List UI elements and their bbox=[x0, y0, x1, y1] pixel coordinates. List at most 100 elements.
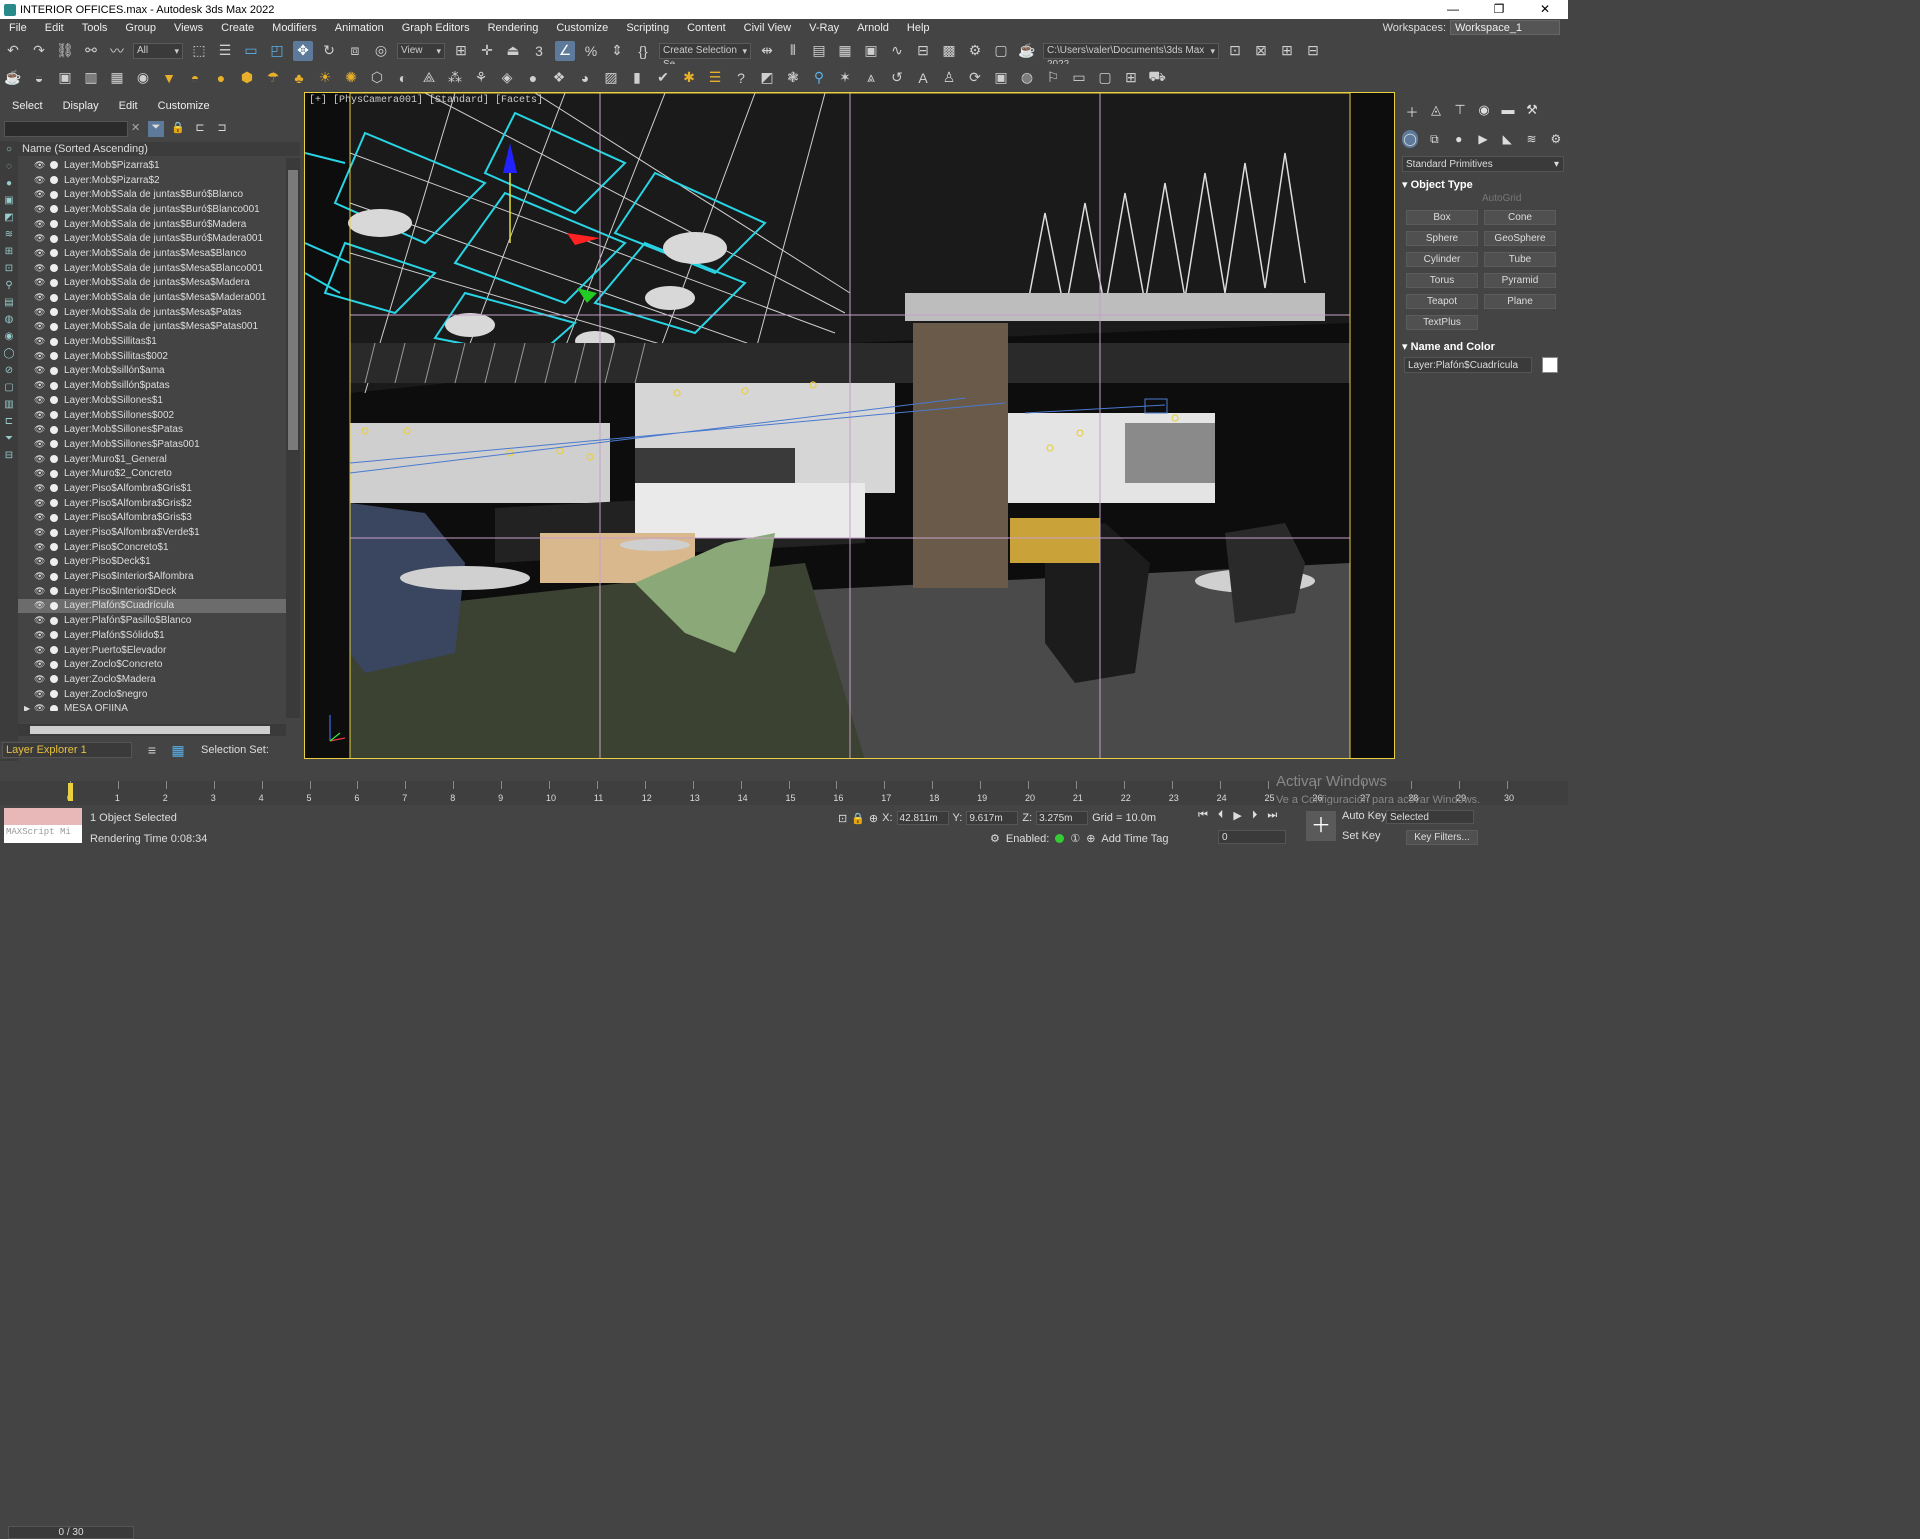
layer-row[interactable]: 👁 Layer:Mob$Sillones$Patas bbox=[18, 422, 286, 437]
hierarchy-tab-icon[interactable]: ⊤ bbox=[1452, 102, 1468, 118]
arnold-refresh-icon[interactable]: ⟳ bbox=[965, 68, 985, 88]
render-toggle-icon[interactable] bbox=[50, 425, 58, 434]
layer-row[interactable]: 👁 Layer:Zoclo$Madera bbox=[18, 672, 286, 687]
visibility-eye-icon[interactable]: 👁 bbox=[34, 600, 46, 611]
render-toggle-icon[interactable] bbox=[50, 308, 58, 317]
menu-civil-view[interactable]: Civil View bbox=[735, 19, 800, 37]
primitive-type-dropdown[interactable]: Standard Primitives bbox=[1402, 156, 1564, 172]
scroll-thumb[interactable] bbox=[288, 170, 298, 450]
expand-arrow-icon[interactable]: ▶ bbox=[24, 704, 30, 711]
visibility-eye-icon[interactable]: 👁 bbox=[34, 204, 46, 215]
visibility-eye-icon[interactable]: 👁 bbox=[34, 615, 46, 626]
current-frame-field[interactable]: 0 bbox=[1218, 830, 1286, 844]
menu-vray[interactable]: V-Ray bbox=[800, 19, 848, 37]
render-toggle-icon[interactable] bbox=[50, 205, 58, 214]
arnold-box-icon[interactable]: ▣ bbox=[991, 68, 1011, 88]
render-toggle-icon[interactable] bbox=[50, 469, 58, 478]
visibility-eye-icon[interactable]: 👁 bbox=[34, 674, 46, 685]
tube-button[interactable]: Tube bbox=[1484, 252, 1556, 267]
render-toggle-icon[interactable] bbox=[50, 293, 58, 302]
layer-row[interactable]: 👁 Layer:Muro$1_General bbox=[18, 452, 286, 467]
sphere-render-icon[interactable]: ● bbox=[523, 68, 543, 88]
visibility-eye-icon[interactable]: 👁 bbox=[34, 160, 46, 171]
render-toggle-icon[interactable] bbox=[50, 234, 58, 243]
visibility-eye-icon[interactable]: 👁 bbox=[34, 645, 46, 656]
visibility-eye-icon[interactable]: 👁 bbox=[34, 527, 46, 538]
arnold-tree-icon[interactable]: ⩓ bbox=[861, 68, 881, 88]
set-key-button[interactable]: Set Key bbox=[1342, 830, 1381, 842]
manipulate-icon[interactable]: ✛ bbox=[477, 41, 497, 61]
arnold-bulb-icon[interactable]: ⚐ bbox=[1043, 68, 1063, 88]
select-scale-icon[interactable]: ⧈ bbox=[345, 41, 365, 61]
visibility-eye-icon[interactable]: 👁 bbox=[34, 689, 46, 700]
display-hierarchy-icon[interactable]: ⊏ bbox=[2, 416, 16, 430]
render-toggle-icon[interactable] bbox=[50, 543, 58, 552]
scene-explorer-search-input[interactable] bbox=[4, 121, 128, 137]
previous-frame-icon[interactable]: ⏴ bbox=[1218, 809, 1224, 822]
menu-edit[interactable]: Edit bbox=[36, 19, 73, 37]
maximize-button[interactable]: ❐ bbox=[1476, 0, 1522, 19]
render-toggle-icon[interactable] bbox=[50, 528, 58, 537]
visibility-eye-icon[interactable]: 👁 bbox=[34, 395, 46, 406]
y-coordinate-field[interactable]: 9.617m bbox=[966, 811, 1019, 825]
isolate-selection-icon[interactable]: ⊡ bbox=[838, 812, 847, 825]
layer-row[interactable]: 👁 Layer:Piso$Deck$1 bbox=[18, 555, 286, 570]
layer-row[interactable]: 👁 Layer:Mob$sillón$ama bbox=[18, 364, 286, 379]
visibility-eye-icon[interactable]: 👁 bbox=[34, 630, 46, 641]
go-to-start-icon[interactable]: ⏮ bbox=[1198, 809, 1208, 822]
visibility-eye-icon[interactable]: 👁 bbox=[34, 483, 46, 494]
render-toggle-icon[interactable] bbox=[50, 557, 58, 566]
arnold-sphere-icon[interactable]: ◍ bbox=[1017, 68, 1037, 88]
layer-row[interactable]: 👁 Layer:Piso$Alfombra$Gris$3 bbox=[18, 511, 286, 526]
teapot-button[interactable]: Teapot bbox=[1406, 294, 1478, 309]
enabled-status-icon[interactable] bbox=[1055, 834, 1065, 843]
layer-row[interactable]: 👁 Layer:Mob$Sala de juntas$Mesa$Blanco bbox=[18, 246, 286, 261]
arnold-car-icon[interactable]: ⛟ bbox=[1147, 68, 1167, 88]
explorer-name-dropdown[interactable]: Layer Explorer 1 bbox=[2, 742, 132, 758]
menu-graph-editors[interactable]: Graph Editors bbox=[393, 19, 479, 37]
layer-row[interactable]: 👁 Layer:Plafón$Pasillo$Blanco bbox=[18, 613, 286, 628]
visibility-eye-icon[interactable]: 👁 bbox=[34, 556, 46, 567]
close-button[interactable]: ✕ bbox=[1522, 0, 1568, 19]
geometry-icon[interactable]: ⟁ bbox=[419, 68, 439, 88]
edit-named-selection-icon[interactable]: {} bbox=[633, 41, 653, 61]
object-name-field[interactable]: Layer:Plafón$Cuadrícula bbox=[1404, 357, 1532, 373]
arnold-cycle-icon[interactable]: ↺ bbox=[887, 68, 907, 88]
arnold-render-icon[interactable]: ◩ bbox=[757, 68, 777, 88]
sphere-light-icon[interactable]: ● bbox=[211, 68, 231, 88]
viewport-label[interactable]: [+] [PhysCamera001] [Standard] [Facets] bbox=[309, 95, 543, 106]
render-toggle-icon[interactable] bbox=[50, 513, 58, 522]
layer-row[interactable]: 👁 Layer:Piso$Interior$Deck bbox=[18, 584, 286, 599]
menu-tools[interactable]: Tools bbox=[73, 19, 117, 37]
render-toggle-icon[interactable] bbox=[50, 616, 58, 625]
visibility-eye-icon[interactable]: 👁 bbox=[34, 586, 46, 597]
layer-row[interactable]: 👁 Layer:Zoclo$Concreto bbox=[18, 657, 286, 672]
render-toggle-icon[interactable] bbox=[50, 601, 58, 610]
render-toggle-icon[interactable] bbox=[50, 499, 58, 508]
visibility-eye-icon[interactable]: 👁 bbox=[34, 248, 46, 259]
undo-icon[interactable]: ↶ bbox=[3, 41, 23, 61]
render-toggle-icon[interactable] bbox=[50, 572, 58, 581]
selection-lock-icon[interactable]: 🔒 bbox=[851, 812, 865, 825]
maxscript-listener[interactable]: MAXScript Mi bbox=[4, 808, 82, 846]
scatter-icon[interactable]: ⁂ bbox=[445, 68, 465, 88]
material-library-icon[interactable]: ❖ bbox=[549, 68, 569, 88]
visibility-eye-icon[interactable]: 👁 bbox=[34, 233, 46, 244]
select-move-icon[interactable]: ✥ bbox=[293, 40, 313, 61]
layer-row[interactable]: 👁 Layer:Mob$Pizarra$1 bbox=[18, 158, 286, 173]
camera-viewport[interactable]: [+] [PhysCamera001] [Standard] [Facets] bbox=[304, 92, 1395, 759]
go-to-end-icon[interactable]: ⏭ bbox=[1267, 809, 1277, 822]
arnold-frame-icon[interactable]: ▭ bbox=[1069, 68, 1089, 88]
maxscript-output[interactable] bbox=[4, 808, 82, 825]
snaps-toggle-icon[interactable]: 3 bbox=[529, 41, 549, 61]
render-toggle-icon[interactable] bbox=[50, 322, 58, 331]
menu-scripting[interactable]: Scripting bbox=[617, 19, 678, 37]
menu-rendering[interactable]: Rendering bbox=[479, 19, 548, 37]
se-menu-select[interactable]: Select bbox=[0, 100, 51, 112]
layer-row[interactable]: 👁 Layer:Piso$Alfombra$Gris$2 bbox=[18, 496, 286, 511]
visibility-eye-icon[interactable]: 👁 bbox=[34, 292, 46, 303]
layer-row[interactable]: 👁 Layer:Piso$Alfombra$Verde$1 bbox=[18, 525, 286, 540]
layer-row[interactable]: 👁 Layer:Mob$Sillitas$1 bbox=[18, 334, 286, 349]
info-icon[interactable]: ① bbox=[1070, 832, 1080, 845]
visibility-eye-icon[interactable]: 👁 bbox=[34, 439, 46, 450]
